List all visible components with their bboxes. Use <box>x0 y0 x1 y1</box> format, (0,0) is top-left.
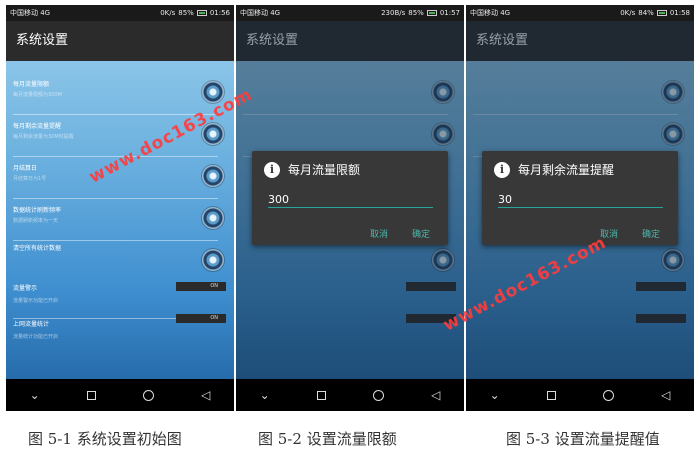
recent-apps-icon[interactable] <box>546 390 556 400</box>
recent-apps-icon[interactable] <box>86 390 96 400</box>
home-icon[interactable] <box>372 389 384 401</box>
dialog-header: i 每月剩余流量提醒 <box>494 161 614 178</box>
phone-screenshot-1: 中国移动 4G 0K/s 85% 01:56 系统设置 每月流量限额 每月流量限… <box>6 5 234 411</box>
network-speed: 0K/s <box>160 9 176 17</box>
phone-screenshot-2: 中国移动 4G 230B/s 85% 01:57 系统设置 i 每月流量限额 3… <box>236 5 464 411</box>
carrier-label: 中国移动 4G <box>240 9 281 17</box>
back-icon[interactable]: ◁ <box>431 389 440 401</box>
dialog-title: 每月剩余流量提醒 <box>518 163 615 177</box>
setting-title: 每月流量限额 <box>13 81 50 88</box>
setting-title: 数据统计刷新频率 <box>13 207 62 214</box>
info-icon: i <box>494 161 510 178</box>
ok-button[interactable]: 确定 <box>642 227 660 240</box>
chevron-down-icon[interactable]: ⌄ <box>260 389 270 401</box>
setting-clear-data[interactable]: 清空所有统计数据 <box>6 239 234 281</box>
recent-apps-icon[interactable] <box>316 390 326 400</box>
network-speed: 230B/s <box>381 9 406 17</box>
setting-subtitle: 数据刷新频率为一天 <box>13 218 59 224</box>
status-bar: 中国移动 4G 230B/s 85% 01:57 <box>236 5 464 21</box>
app-bar-title: 系统设置 <box>6 21 234 61</box>
battery-icon <box>656 10 667 16</box>
clock: 01:56 <box>209 9 230 17</box>
setting-subtitle: 月结算日为1号 <box>13 176 47 182</box>
battery-icon <box>426 10 437 16</box>
setting-title: 月结算日 <box>13 165 38 172</box>
setting-subtitle: 每月流量限额为300M <box>13 92 62 98</box>
nav-bar: ⌄ ◁ <box>236 379 464 411</box>
cancel-button[interactable]: 取消 <box>370 227 388 240</box>
battery-percent: 85% <box>408 9 424 17</box>
divider <box>13 198 218 199</box>
traffic-warning-toggle[interactable]: ON <box>176 282 226 291</box>
battery-percent: 85% <box>178 9 194 17</box>
carrier-label: 中国移动 4G <box>10 9 51 17</box>
remaining-alert-dialog: i 每月剩余流量提醒 30 取消 确定 <box>482 151 678 245</box>
chevron-down-icon[interactable]: ⌄ <box>30 389 40 401</box>
clock: 01:58 <box>669 9 690 17</box>
setting-subtitle: 每月剩余流量为30M时提醒 <box>13 134 74 140</box>
home-icon[interactable] <box>142 389 154 401</box>
dialog-title: 每月流量限额 <box>288 163 361 177</box>
gear-icon[interactable] <box>202 165 224 187</box>
gear-icon[interactable] <box>202 207 224 229</box>
setting-title: 每月剩余流量提醒 <box>13 123 62 130</box>
setting-title: 清空所有统计数据 <box>13 245 62 252</box>
battery-icon <box>196 10 207 16</box>
setting-traffic-stats: 上网流量统计 流量统计功能已开启 ON <box>6 311 234 353</box>
setting-title: 流量警示 <box>13 285 38 292</box>
dialog-header: i 每月流量限额 <box>264 161 360 178</box>
setting-subtitle: 流量统计功能已开启 <box>13 334 59 340</box>
figure-caption-1: 图 5-1 系统设置初始图 <box>28 430 182 448</box>
status-bar: 中国移动 4G 0K/s 84% 01:58 <box>466 5 694 21</box>
nav-bar: ⌄ ◁ <box>466 379 694 411</box>
status-bar: 中国移动 4G 0K/s 85% 01:56 <box>6 5 234 21</box>
back-icon[interactable]: ◁ <box>201 389 210 401</box>
alert-input[interactable]: 30 <box>498 193 663 208</box>
carrier-label: 中国移动 4G <box>470 9 511 17</box>
ok-button[interactable]: 确定 <box>412 227 430 240</box>
back-icon[interactable]: ◁ <box>661 389 670 401</box>
monthly-limit-dialog: i 每月流量限额 300 取消 确定 <box>252 151 448 245</box>
setting-title: 上网流量统计 <box>13 321 50 328</box>
battery-percent: 84% <box>638 9 654 17</box>
limit-input[interactable]: 300 <box>268 193 433 208</box>
figure-caption-2: 图 5-2 设置流量限额 <box>258 430 397 448</box>
chevron-down-icon[interactable]: ⌄ <box>490 389 500 401</box>
setting-refresh-rate[interactable]: 数据统计刷新频率 数据刷新频率为一天 <box>6 201 234 243</box>
network-speed: 0K/s <box>620 9 636 17</box>
setting-subtitle: 流量警示功能已开启 <box>13 298 59 304</box>
gear-icon[interactable] <box>202 249 224 271</box>
figure-caption-3: 图 5-3 设置流量提醒值 <box>506 430 660 448</box>
clock: 01:57 <box>439 9 460 17</box>
home-icon[interactable] <box>602 389 614 401</box>
phone-screenshot-3: 中国移动 4G 0K/s 84% 01:58 系统设置 i 每月剩余流量提醒 3… <box>466 5 694 411</box>
info-icon: i <box>264 161 280 178</box>
nav-bar: ⌄ ◁ <box>6 379 234 411</box>
traffic-stats-toggle[interactable]: ON <box>176 314 226 323</box>
